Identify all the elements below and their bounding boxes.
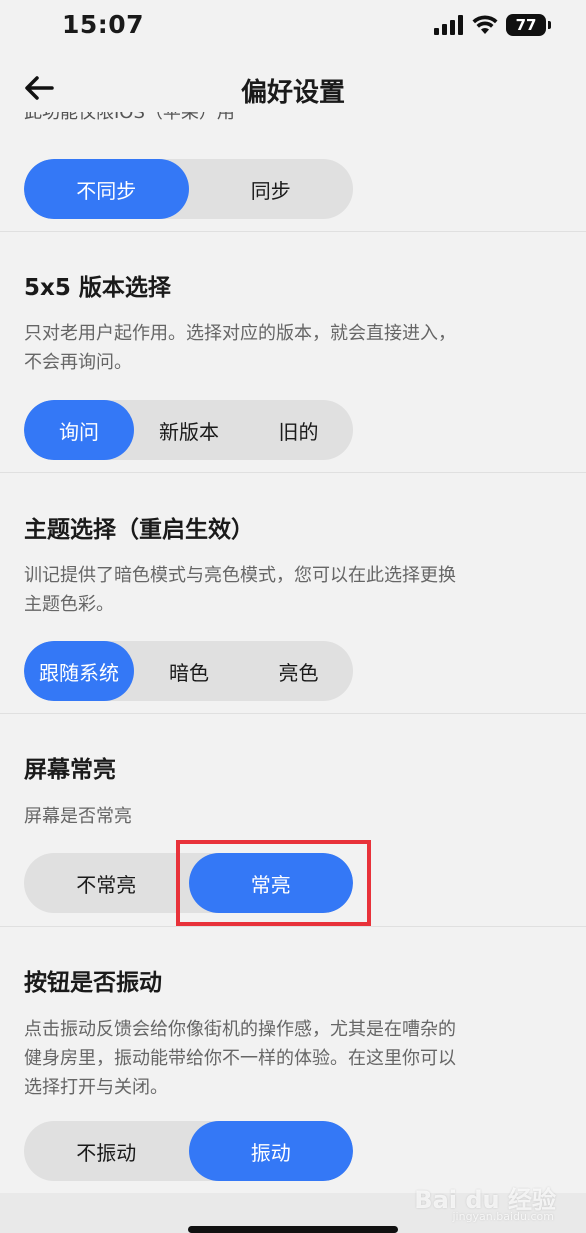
- screen-option-off[interactable]: 不常亮: [24, 853, 189, 913]
- status-time: 15:07: [62, 10, 145, 39]
- divider: [0, 472, 586, 473]
- cellular-signal-icon: [434, 15, 463, 35]
- version-option-ask[interactable]: 询问: [24, 400, 134, 460]
- sync-description: 此功能仅限IOS（苹果）用: [24, 112, 235, 123]
- vibrate-option-off[interactable]: 不振动: [24, 1121, 189, 1181]
- battery-icon: 77: [506, 14, 551, 36]
- sync-option-on[interactable]: 同步: [189, 159, 354, 219]
- vibrate-section-title: 按钮是否振动: [24, 970, 162, 996]
- home-indicator[interactable]: [188, 1226, 398, 1233]
- theme-option-system[interactable]: 跟随系统: [24, 641, 134, 701]
- vibrate-section-desc: 点击振动反馈会给你像街机的操作感，尤其是在嘈杂的健身房里，振动能带给你不一样的体…: [24, 1019, 456, 1098]
- sync-segmented-control: 不同步 同步: [24, 159, 353, 219]
- highlight-box: [176, 840, 371, 926]
- status-bar: 15:07 77: [0, 0, 586, 52]
- status-icons: 77: [434, 12, 551, 38]
- divider: [0, 713, 586, 714]
- version-section-title: 5x5 版本选择: [24, 275, 171, 301]
- baidu-watermark-url: jingyan.baidu.com: [452, 1210, 554, 1223]
- version-segmented-control: 询问 新版本 旧的: [24, 400, 353, 460]
- page-title: 偏好设置: [240, 78, 345, 108]
- version-section-desc: 只对老用户起作用。选择对应的版本，就会直接进入，不会再询问。: [24, 323, 456, 373]
- version-option-new[interactable]: 新版本: [134, 400, 244, 460]
- divider: [0, 231, 586, 232]
- wifi-icon: [472, 15, 498, 34]
- theme-section-title: 主题选择（重启生效）: [24, 517, 254, 543]
- screen-section-desc: 屏幕是否常亮: [24, 806, 132, 827]
- sync-option-off[interactable]: 不同步: [24, 159, 189, 219]
- vibrate-segmented-control: 不振动 振动: [24, 1121, 353, 1181]
- theme-option-light[interactable]: 亮色: [244, 641, 353, 701]
- theme-section-desc: 训记提供了暗色模式与亮色模式，您可以在此选择更换主题色彩。: [24, 565, 456, 615]
- battery-level: 77: [515, 16, 537, 34]
- theme-segmented-control: 跟随系统 暗色 亮色: [24, 641, 353, 701]
- version-option-old[interactable]: 旧的: [244, 400, 353, 460]
- theme-option-dark[interactable]: 暗色: [134, 641, 244, 701]
- vibrate-option-on[interactable]: 振动: [188, 1121, 353, 1181]
- screen-section-title: 屏幕常亮: [24, 757, 116, 783]
- divider: [0, 926, 586, 927]
